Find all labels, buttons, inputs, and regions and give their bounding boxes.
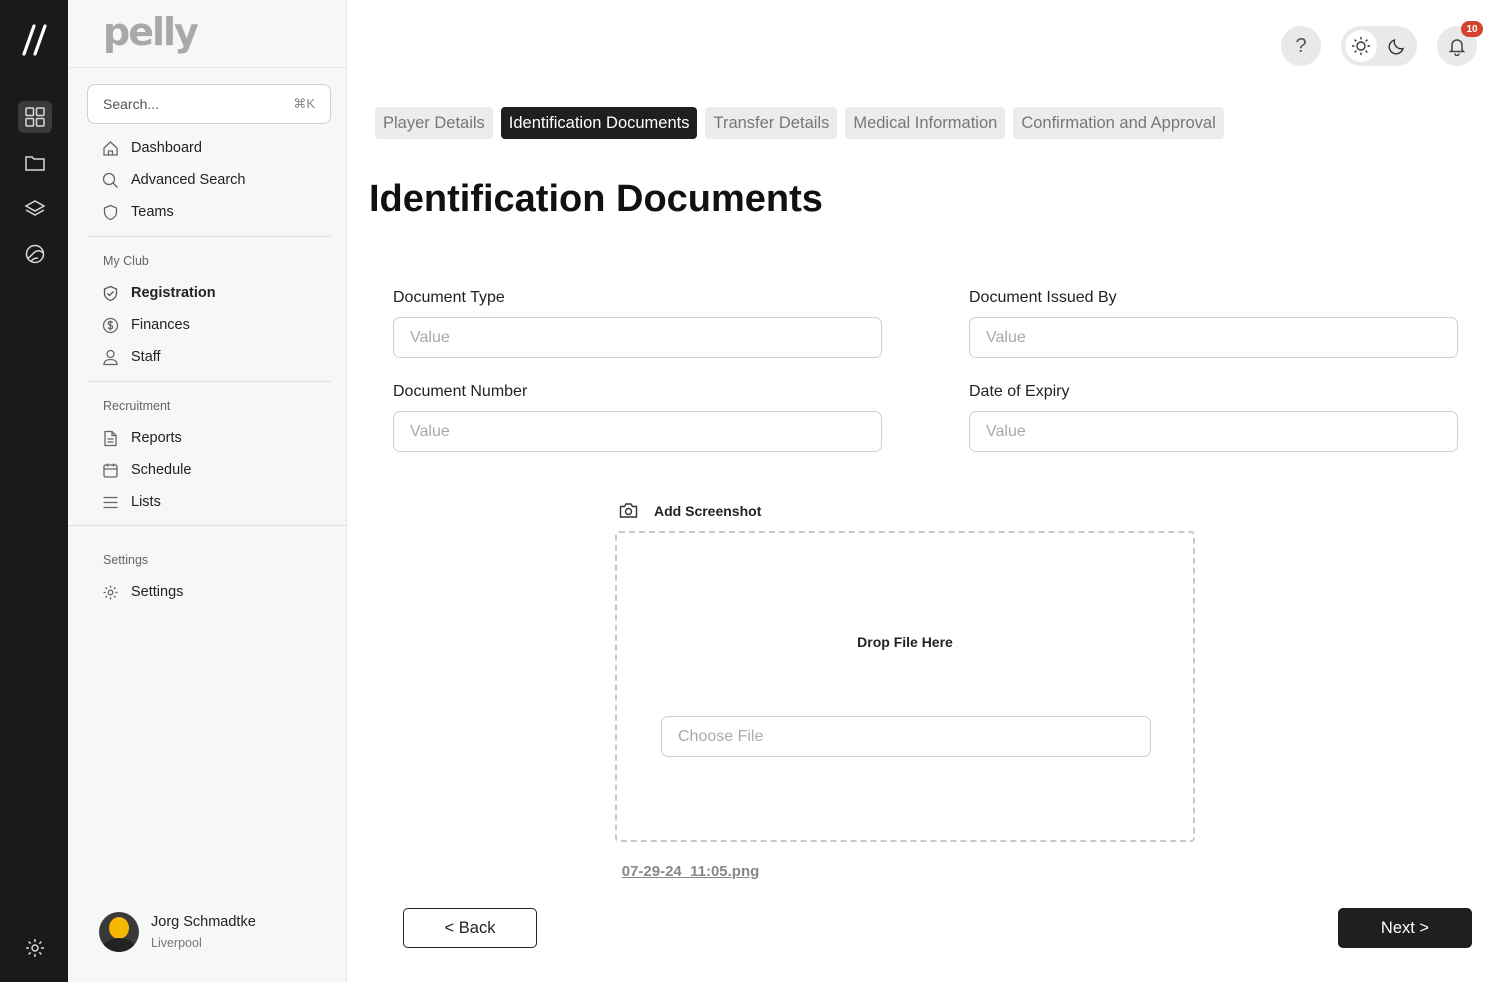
layers-icon[interactable] — [18, 192, 52, 224]
help-button[interactable]: ? — [1281, 26, 1321, 66]
user-club: Liverpool — [151, 936, 202, 950]
moon-icon[interactable] — [1381, 30, 1413, 62]
brand-logo[interactable]: pelly — [103, 10, 199, 54]
tab-confirmation-and-approval[interactable]: Confirmation and Approval — [1013, 107, 1224, 139]
document-issued-by-field[interactable] — [969, 317, 1458, 358]
choose-file-input[interactable] — [661, 716, 1151, 757]
sidebar-item-settings[interactable]: Settings — [102, 580, 183, 604]
globe-icon[interactable] — [18, 238, 52, 270]
shield-icon — [103, 204, 118, 220]
date-of-expiry-field[interactable] — [969, 411, 1458, 452]
sidebar-item-teams[interactable]: Teams — [102, 200, 174, 224]
tab-medical-information[interactable]: Medical Information — [845, 107, 1006, 139]
document-issued-by-label: Document Issued By — [969, 289, 1117, 306]
add-screenshot-header: Add Screenshot — [619, 502, 761, 519]
document-number-field[interactable] — [393, 411, 882, 452]
list-icon — [103, 496, 118, 508]
section-label-recruitment: Recruitment — [103, 399, 171, 413]
section-label-settings: Settings — [103, 553, 149, 567]
sidebar-item-label: Staff — [131, 349, 161, 365]
back-button[interactable]: < Back — [403, 908, 537, 948]
sidebar-item-advanced-search[interactable]: Advanced Search — [102, 168, 245, 192]
search-input[interactable]: Search... ⌘K — [87, 84, 331, 124]
folder-icon[interactable] — [18, 147, 52, 179]
section-label-my-club: My Club — [103, 254, 149, 268]
file-dropzone[interactable]: Drop File Here — [615, 531, 1195, 842]
divider — [68, 67, 347, 68]
sidebar-item-label: Lists — [131, 494, 161, 510]
grid-icon[interactable] — [18, 101, 52, 133]
date-of-expiry-label: Date of Expiry — [969, 383, 1070, 400]
step-tabs: Player Details Identification Documents … — [375, 107, 1224, 139]
sidebar: pelly Search... ⌘K Dashboard Advanced Se… — [68, 0, 347, 982]
theme-toggle[interactable] — [1341, 26, 1417, 66]
document-type-field[interactable] — [393, 317, 882, 358]
divider — [68, 525, 347, 526]
sidebar-item-schedule[interactable]: Schedule — [102, 458, 191, 482]
sidebar-item-label: Settings — [131, 584, 184, 600]
next-button[interactable]: Next > — [1338, 908, 1472, 948]
sidebar-item-label: Schedule — [131, 462, 192, 478]
notification-badge: 10 — [1461, 21, 1483, 37]
sidebar-item-staff[interactable]: Staff — [102, 345, 161, 369]
user-name: Jorg Schmadtke — [151, 914, 256, 930]
tab-transfer-details[interactable]: Transfer Details — [705, 107, 838, 139]
bell-icon — [1448, 39, 1466, 56]
sidebar-item-label: Dashboard — [131, 140, 202, 156]
sidebar-item-label: Advanced Search — [131, 172, 246, 188]
search-placeholder: Search... — [103, 96, 160, 112]
logo-icon[interactable] — [20, 22, 50, 58]
divider — [87, 381, 331, 382]
avatar — [99, 912, 139, 952]
calendar-icon — [103, 463, 118, 478]
shield-check-icon — [103, 285, 118, 301]
sidebar-item-label: Reports — [131, 430, 182, 446]
camera-icon — [619, 503, 638, 518]
document-number-label: Document Number — [393, 383, 528, 400]
sidebar-item-finances[interactable]: Finances — [102, 313, 190, 337]
gear-icon[interactable] — [18, 932, 52, 964]
add-screenshot-label: Add Screenshot — [654, 502, 762, 519]
divider — [87, 236, 331, 237]
sidebar-item-lists[interactable]: Lists — [102, 490, 161, 514]
drop-file-text: Drop File Here — [857, 634, 953, 650]
sun-icon[interactable] — [1345, 30, 1377, 62]
app-rail — [0, 0, 68, 982]
user-profile[interactable]: Jorg Schmadtke Liverpool — [99, 912, 256, 952]
dollar-icon — [102, 317, 119, 333]
tab-player-details[interactable]: Player Details — [375, 107, 493, 139]
user-icon — [103, 349, 118, 365]
document-type-label: Document Type — [393, 289, 505, 306]
search-shortcut: ⌘K — [293, 96, 315, 111]
uploaded-file-link[interactable]: 07-29-24_11:05.png — [618, 862, 763, 882]
help-icon: ? — [1295, 34, 1307, 57]
sidebar-item-label: Registration — [131, 285, 216, 301]
page-title: Identification Documents — [369, 178, 823, 220]
sidebar-item-label: Finances — [131, 317, 190, 333]
search-icon — [102, 172, 118, 188]
sidebar-item-label: Teams — [131, 204, 174, 220]
sidebar-item-reports[interactable]: Reports — [102, 426, 182, 450]
tab-identification-documents[interactable]: Identification Documents — [500, 107, 698, 139]
sidebar-item-dashboard[interactable]: Dashboard — [102, 136, 202, 160]
home-icon — [103, 140, 118, 156]
document-icon — [104, 430, 117, 446]
gear-icon — [103, 585, 118, 599]
sidebar-item-registration[interactable]: Registration — [102, 281, 216, 305]
